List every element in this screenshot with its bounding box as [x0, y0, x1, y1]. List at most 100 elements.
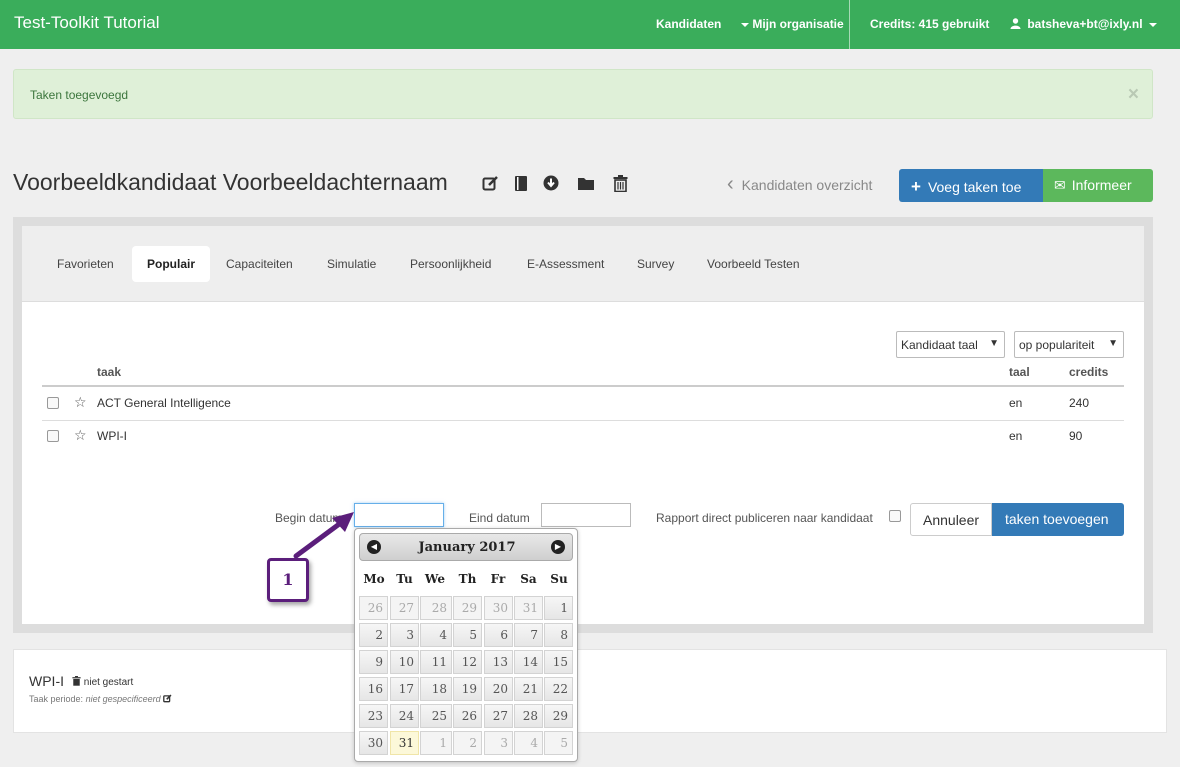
calendar-day[interactable]: 1	[420, 731, 452, 755]
calendar-day[interactable]: 27	[484, 704, 513, 728]
calendar-day[interactable]: 12	[453, 650, 482, 674]
nav-user-menu[interactable]: batsheva+bt@ixly.nl	[1010, 17, 1157, 31]
add-tasks-label: Voeg taken toe	[927, 179, 1022, 195]
calendar-day[interactable]: 30	[359, 731, 388, 755]
page-title: Voorbeeldkandidaat Voorbeeldachternaam	[13, 169, 448, 195]
datepicker-header: ◀ January 2017 ▶	[359, 533, 573, 561]
calendar-day[interactable]: 18	[420, 677, 452, 701]
calendar-day[interactable]: 24	[390, 704, 419, 728]
calendar-day[interactable]: 10	[390, 650, 419, 674]
task-name: ACT General Intelligence	[97, 396, 231, 410]
calendar-day[interactable]: 26	[359, 596, 388, 620]
assigned-tasks-section	[13, 649, 1167, 733]
calendar-day[interactable]: 4	[420, 623, 452, 647]
calendar-day[interactable]: 29	[544, 704, 573, 728]
calendar-day[interactable]: 2	[359, 623, 388, 647]
cancel-button[interactable]: Annuleer	[910, 503, 992, 536]
col-header-credits: credits	[1069, 365, 1109, 379]
calendar-day[interactable]: 13	[484, 650, 513, 674]
tab-survey[interactable]: Survey	[622, 246, 689, 282]
nav-kandidaten[interactable]: Kandidaten	[656, 17, 721, 31]
tab-simulatie[interactable]: Simulatie	[312, 246, 391, 282]
tab-capaciteiten[interactable]: Capaciteiten	[211, 246, 308, 282]
sort-select[interactable]: op populariteit ▼	[1014, 331, 1124, 358]
star-icon[interactable]: ☆	[74, 427, 87, 444]
row-checkbox[interactable]	[47, 430, 59, 442]
tab-persoonlijkheid[interactable]: Persoonlijkheid	[395, 246, 506, 282]
nav-mijn-organisatie-label: Mijn organisatie	[752, 17, 844, 31]
begin-date-input[interactable]	[354, 503, 444, 527]
calendar-day[interactable]: 6	[484, 623, 513, 647]
status-text: niet gestart	[83, 677, 134, 688]
calendar-day[interactable]: 22	[544, 677, 573, 701]
calendar-day[interactable]: 29	[453, 596, 482, 620]
calendar-day[interactable]: 3	[484, 731, 513, 755]
row-checkbox[interactable]	[47, 397, 59, 409]
calendar-day[interactable]: 9	[359, 650, 388, 674]
calendar-day[interactable]: 5	[453, 623, 482, 647]
calendar-day[interactable]: 25	[420, 704, 452, 728]
end-date-input[interactable]	[541, 503, 631, 527]
inform-button[interactable]: ✉ Informeer	[1043, 169, 1153, 202]
calendar-day[interactable]: 17	[390, 677, 419, 701]
language-select-value: Kandidaat taal	[901, 338, 978, 352]
calendar-day[interactable]: 31	[390, 731, 419, 755]
add-tasks-button[interactable]: + Voeg taken toe	[899, 169, 1043, 202]
folder-icon[interactable]	[577, 175, 595, 191]
caret-down-icon	[1148, 22, 1157, 27]
calendar-day[interactable]: 2	[453, 731, 482, 755]
calendar-day[interactable]: 23	[359, 704, 388, 728]
calendar-day[interactable]: 31	[514, 596, 543, 620]
nav-mijn-organisatie[interactable]: Mijn organisatie	[741, 17, 844, 31]
book-icon[interactable]	[514, 175, 529, 192]
weekday-label: Mo	[363, 572, 385, 586]
download-icon[interactable]	[543, 175, 559, 191]
calendar-day[interactable]: 19	[453, 677, 482, 701]
calendar-day[interactable]: 21	[514, 677, 543, 701]
calendar-day[interactable]: 20	[484, 677, 513, 701]
language-select[interactable]: Kandidaat taal ▼	[896, 331, 1005, 358]
trash-icon[interactable]	[72, 676, 81, 686]
calendar-day[interactable]: 30	[484, 596, 513, 620]
edit-icon[interactable]	[482, 175, 499, 192]
task-language: en	[1009, 396, 1023, 410]
back-link-label: Kandidaten overzicht	[741, 177, 873, 193]
edit-icon[interactable]	[163, 694, 172, 703]
nav-divider	[849, 0, 850, 49]
calendar-day[interactable]: 3	[390, 623, 419, 647]
tab-voorbeeld-testen[interactable]: Voorbeeld Testen	[692, 246, 815, 282]
inform-label: Informeer	[1071, 177, 1132, 193]
calendar-day[interactable]: 28	[514, 704, 543, 728]
weekday-label: Fr	[490, 572, 506, 586]
next-month-icon[interactable]: ▶	[551, 540, 565, 554]
back-to-candidates-link[interactable]: ‹ Kandidaten overzicht	[727, 174, 873, 194]
weekday-label: Tu	[396, 572, 413, 586]
end-date-label: Eind datum	[469, 511, 530, 525]
calendar-day[interactable]: 11	[420, 650, 452, 674]
task-credits: 90	[1069, 429, 1083, 443]
task-language: en	[1009, 429, 1023, 443]
weekday-label: Sa	[520, 572, 537, 586]
publish-report-checkbox[interactable]	[889, 510, 901, 522]
calendar-day[interactable]: 15	[544, 650, 573, 674]
calendar-day[interactable]: 26	[453, 704, 482, 728]
calendar-day[interactable]: 27	[390, 596, 419, 620]
calendar-day[interactable]: 5	[544, 731, 573, 755]
close-icon[interactable]: ×	[1128, 84, 1139, 106]
tab-populair[interactable]: Populair	[132, 246, 211, 282]
calendar-day[interactable]: 1	[544, 596, 573, 620]
brand-title[interactable]: Test-Toolkit Tutorial	[14, 13, 160, 33]
calendar-day[interactable]: 8	[544, 623, 573, 647]
star-icon[interactable]: ☆	[74, 394, 87, 411]
calendar-day[interactable]: 28	[420, 596, 452, 620]
tab-favorieten[interactable]: Favorieten	[42, 246, 129, 282]
weekday-label: We	[424, 572, 446, 586]
calendar-day[interactable]: 14	[514, 650, 543, 674]
calendar-day[interactable]: 4	[514, 731, 543, 755]
calendar-day[interactable]: 7	[514, 623, 543, 647]
category-tabs: Favorieten Populair Capaciteiten Simulat…	[22, 226, 1144, 302]
add-tasks-submit-button[interactable]: taken toevoegen	[992, 503, 1124, 536]
trash-icon[interactable]	[613, 175, 628, 192]
calendar-day[interactable]: 16	[359, 677, 388, 701]
tab-e-assessment[interactable]: E-Assessment	[512, 246, 619, 282]
